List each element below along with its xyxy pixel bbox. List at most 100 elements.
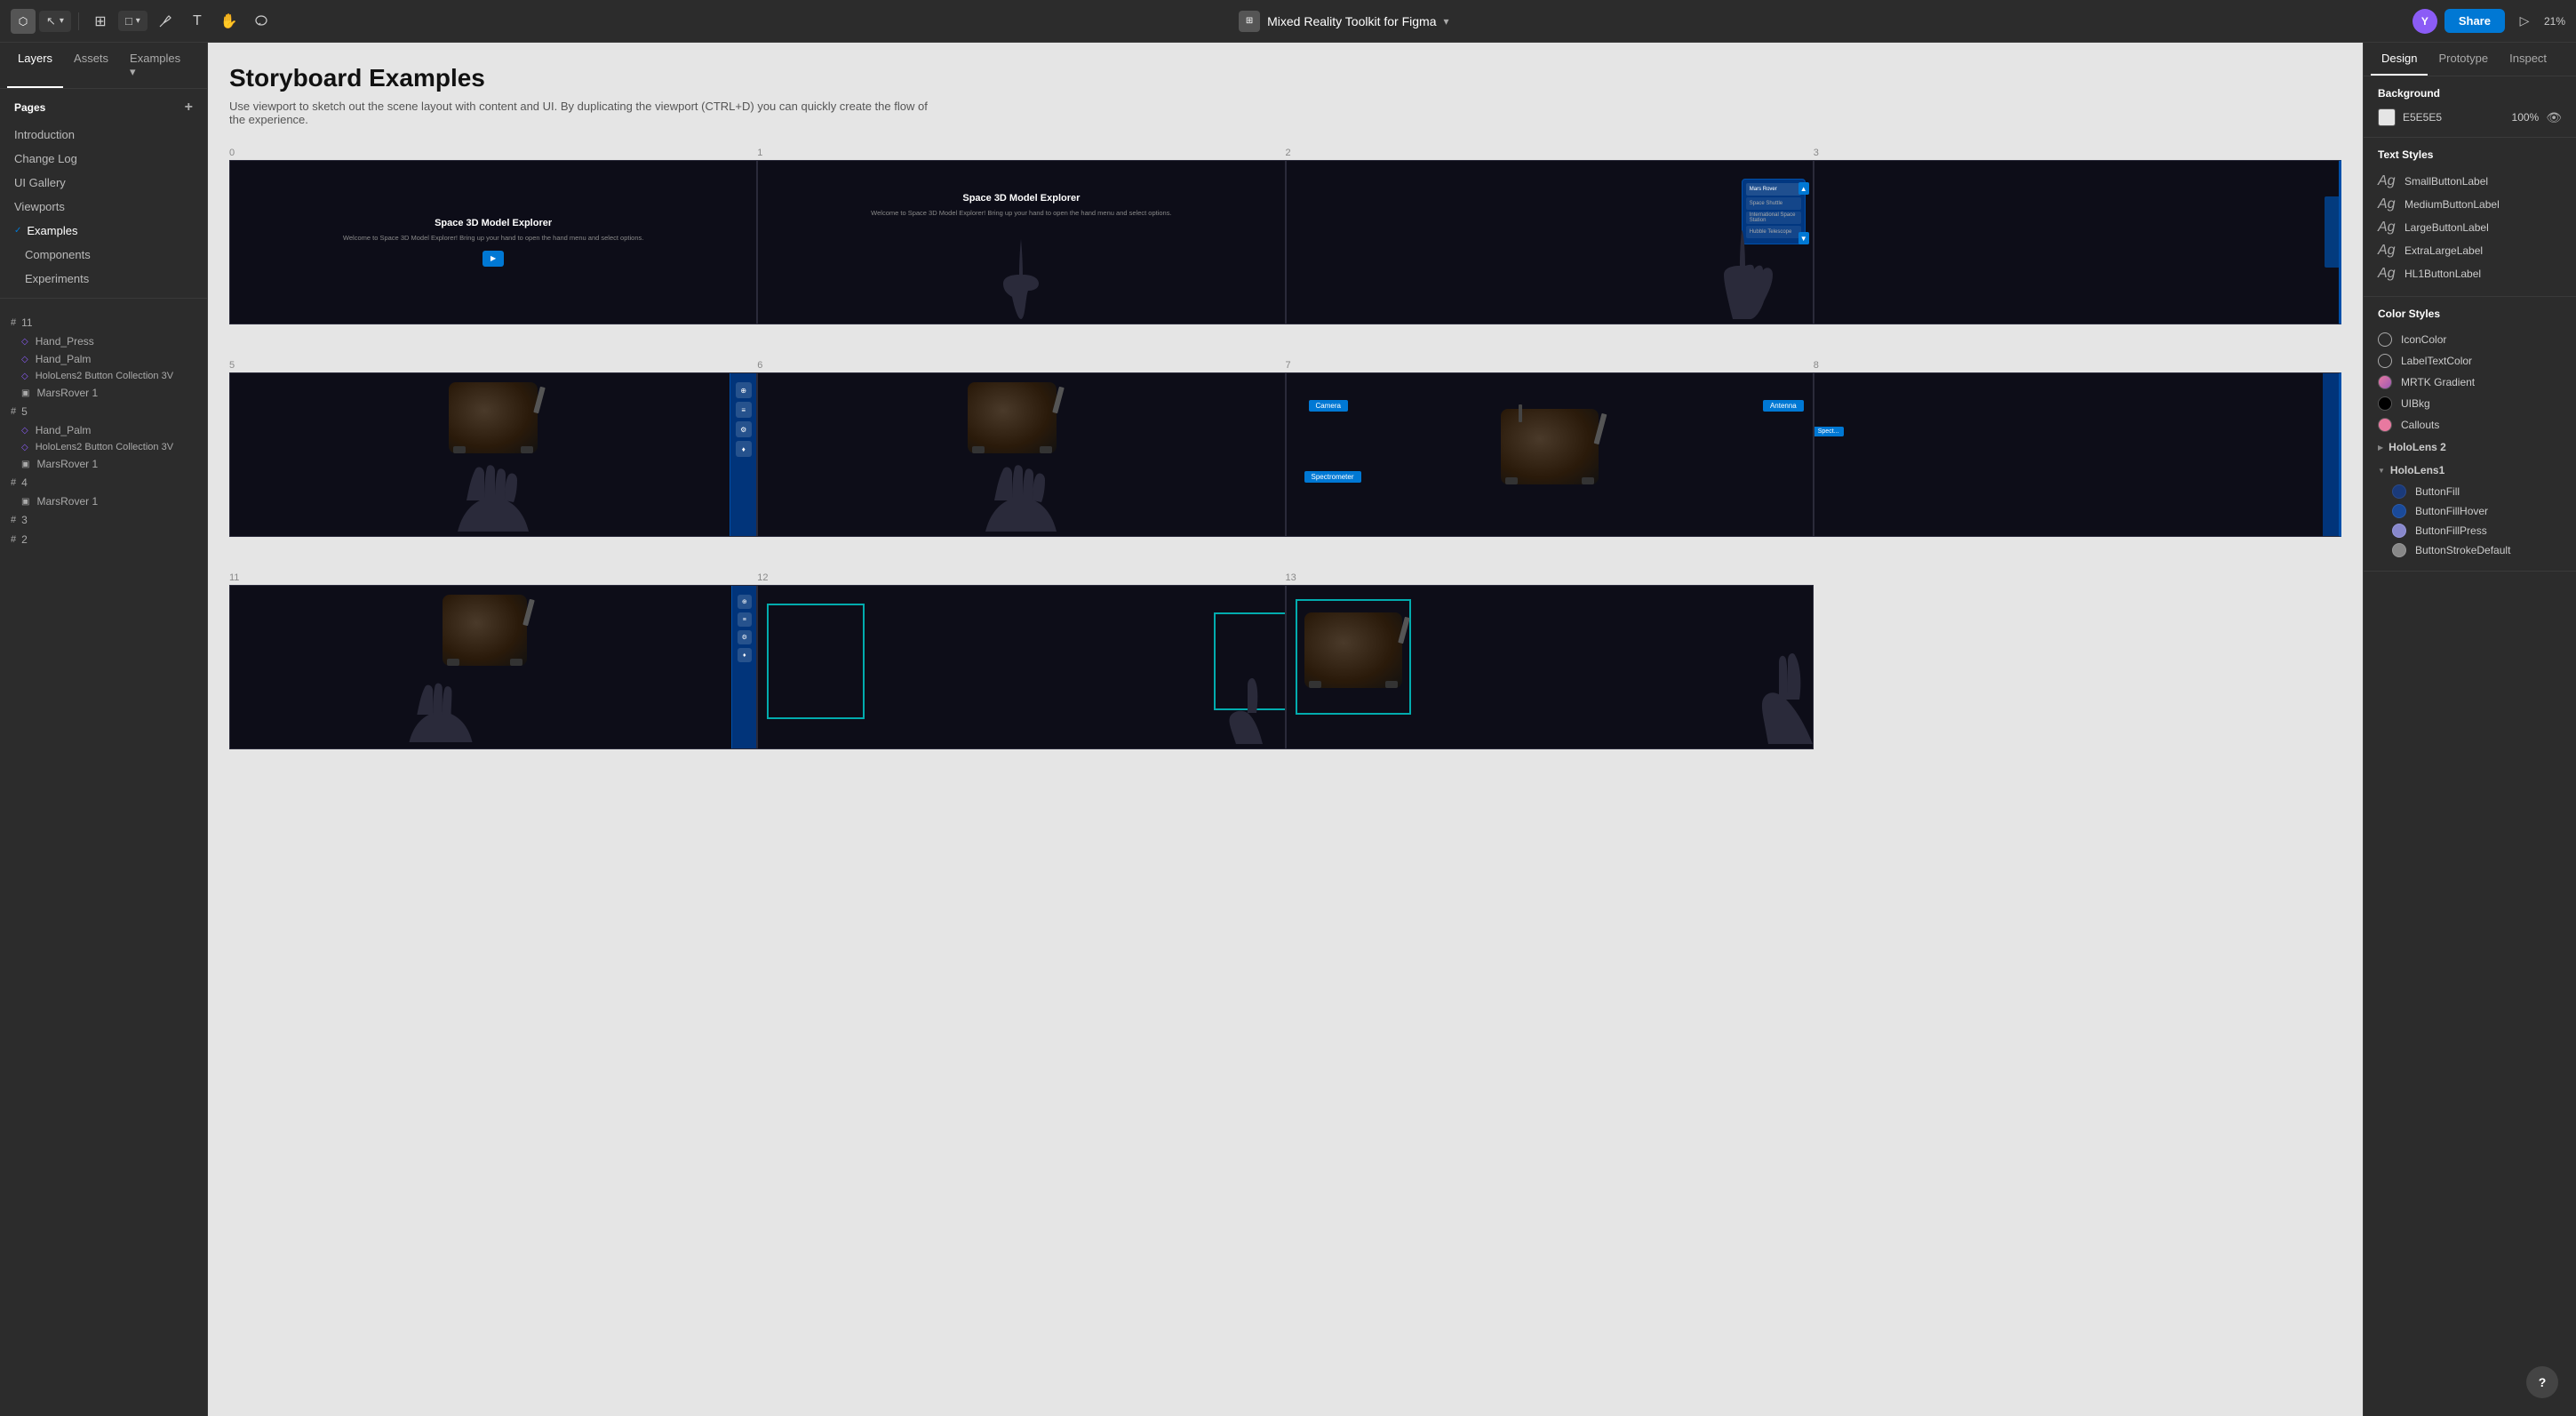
hand-palm-1-layer[interactable]: ◇ Hand_Palm xyxy=(0,350,207,368)
mrtk-gradient-dot xyxy=(2378,375,2392,389)
icon-color-dot xyxy=(2378,332,2392,347)
text-tool-btn[interactable]: T xyxy=(183,7,211,36)
hololens2-group[interactable]: ▶ HoloLens 2 xyxy=(2378,436,2562,459)
button-fill-label: ButtonFill xyxy=(2415,485,2460,498)
layer-group-11[interactable]: # 11 xyxy=(0,313,207,332)
experiments-page[interactable]: Experiments xyxy=(0,267,207,291)
callouts-dot xyxy=(2378,418,2392,432)
changelog-page[interactable]: Change Log xyxy=(0,147,207,171)
layer-group-2[interactable]: # 2 xyxy=(0,530,207,549)
examples-tab[interactable]: Examples ▾ xyxy=(119,43,200,88)
camera-tooltip: Camera xyxy=(1309,400,1348,412)
extra-large-label-style[interactable]: Ag ExtraLargeLabel xyxy=(2378,239,2562,262)
project-dropdown-arrow[interactable]: ▾ xyxy=(1444,15,1449,28)
icon-color-style[interactable]: IconColor xyxy=(2378,329,2562,350)
storyboard-frame-8: Spect... xyxy=(1814,372,2341,537)
project-title[interactable]: ⊞ Mixed Reality Toolkit for Figma ▾ xyxy=(1239,11,1448,32)
button-fill-press-style[interactable]: ButtonFillPress xyxy=(2378,521,2562,540)
examples-group[interactable]: ✓ Examples xyxy=(0,219,207,243)
label-text-color-label: LabelTextColor xyxy=(2401,355,2472,367)
zoom-level[interactable]: 21% xyxy=(2544,15,2565,28)
shape-tool-dropdown[interactable]: □▾ xyxy=(118,11,148,31)
color-styles-label: Color Styles xyxy=(2378,308,2562,320)
hololens2-arrow: ▶ xyxy=(2378,444,2383,452)
storyboard-frame-13 xyxy=(1286,585,1814,749)
frame-tool-btn[interactable]: ⊞ xyxy=(86,7,115,36)
hololens2-name: HoloLens 2 xyxy=(2389,441,2446,453)
background-row: E5E5E5 100% 👁 xyxy=(2378,108,2562,126)
text-style-name: ExtraLargeLabel xyxy=(2405,244,2483,257)
medium-button-label-style[interactable]: Ag MediumButtonLabel xyxy=(2378,193,2562,216)
hand-palm-2-layer[interactable]: ◇ Hand_Palm xyxy=(0,421,207,439)
pen-tool-btn[interactable] xyxy=(151,7,179,36)
marsrover-3-layer[interactable]: ▣ MarsRover 1 xyxy=(0,492,207,510)
mrtk-gradient-style[interactable]: MRTK Gradient xyxy=(2378,372,2562,393)
components-page[interactable]: Components xyxy=(0,243,207,267)
app-logo[interactable]: ⬡ xyxy=(11,9,36,34)
layer-group-4[interactable]: # 4 xyxy=(0,473,207,492)
toolbar-center: ⊞ Mixed Reality Toolkit for Figma ▾ xyxy=(283,11,2405,32)
button-stroke-default-style[interactable]: ButtonStrokeDefault xyxy=(2378,540,2562,560)
callouts-style[interactable]: Callouts xyxy=(2378,414,2562,436)
viewports-page[interactable]: Viewports xyxy=(0,195,207,219)
storyboard-frame-3 xyxy=(1814,160,2341,324)
comment-tool-btn[interactable] xyxy=(247,7,275,36)
play-button[interactable]: ▷ xyxy=(2512,9,2537,34)
inspect-tab[interactable]: Inspect xyxy=(2499,43,2557,76)
right-panel: Design Prototype Inspect Background E5E5… xyxy=(2363,43,2576,1416)
pages-add-button[interactable]: + xyxy=(185,100,193,116)
background-color-swatch[interactable] xyxy=(2378,108,2396,126)
mrtk-gradient-label: MRTK Gradient xyxy=(2401,376,2475,388)
share-button[interactable]: Share xyxy=(2444,9,2505,33)
button-fill-hover-dot xyxy=(2392,504,2406,518)
holoblc-2-layer[interactable]: ◇ HoloLens2 Button Collection 3V xyxy=(0,439,207,455)
visibility-toggle[interactable]: 👁 xyxy=(2546,110,2562,125)
text-ag-icon: Ag xyxy=(2378,196,2396,212)
button-fill-dot xyxy=(2392,484,2406,499)
spectrometer-tooltip: Spectrometer xyxy=(1304,471,1361,483)
component-icon: ◇ xyxy=(21,426,28,436)
hand-press-layer[interactable]: ◇ Hand_Press xyxy=(0,332,207,350)
callouts-label: Callouts xyxy=(2401,419,2439,431)
marsrover-2-layer[interactable]: ▣ MarsRover 1 xyxy=(0,455,207,473)
help-button[interactable]: ? xyxy=(2526,1366,2558,1398)
storyboard-frame-7: Camera Antenna Spectrometer xyxy=(1286,372,1814,537)
hand-tool-btn[interactable]: ✋ xyxy=(215,7,243,36)
button-fill-hover-style[interactable]: ButtonFillHover xyxy=(2378,501,2562,521)
holoblc-1-layer[interactable]: ◇ HoloLens2 Button Collection 3V xyxy=(0,368,207,384)
component-icon: ◇ xyxy=(21,355,28,364)
toolbar: ⬡ ↖▾ ⊞ □▾ T ✋ ⊞ Mixed Reality Toolkit fo… xyxy=(0,0,2576,43)
background-section: Background E5E5E5 100% 👁 xyxy=(2364,76,2576,138)
ui-gallery-page[interactable]: UI Gallery xyxy=(0,171,207,195)
project-name: Mixed Reality Toolkit for Figma xyxy=(1267,14,1436,28)
label-text-color-style[interactable]: LabelTextColor xyxy=(2378,350,2562,372)
storyboard-frame-11: ⊕ ≡ ⚙ ♦ xyxy=(229,585,757,749)
button-fill-style[interactable]: ButtonFill xyxy=(2378,482,2562,501)
hash-icon-11: # xyxy=(11,317,16,328)
hololens1-name: HoloLens1 xyxy=(2390,464,2444,476)
storyboard-frame-6 xyxy=(757,372,1285,537)
prototype-tab[interactable]: Prototype xyxy=(2428,43,2499,76)
canvas-area[interactable]: Storyboard Examples Use viewport to sket… xyxy=(208,43,2363,1416)
uibkg-style[interactable]: UIBkg xyxy=(2378,393,2562,414)
small-button-label-style[interactable]: Ag SmallButtonLabel xyxy=(2378,170,2562,193)
design-tab[interactable]: Design xyxy=(2371,43,2428,76)
move-tool-dropdown[interactable]: ↖▾ xyxy=(39,11,71,32)
text-style-name: HL1ButtonLabel xyxy=(2405,268,2481,280)
button-fill-hover-label: ButtonFillHover xyxy=(2415,505,2488,517)
layers-tab[interactable]: Layers xyxy=(7,43,63,88)
frame-num-2: 2 xyxy=(1286,148,1814,160)
assets-tab[interactable]: Assets xyxy=(63,43,119,88)
layer-group-3[interactable]: # 3 xyxy=(0,510,207,530)
text-style-name: MediumButtonLabel xyxy=(2405,198,2500,211)
hl1-button-label-style[interactable]: Ag HL1ButtonLabel xyxy=(2378,262,2562,285)
frame-num-3: 3 xyxy=(1814,148,2341,160)
uibkg-dot xyxy=(2378,396,2392,411)
uibkg-label: UIBkg xyxy=(2401,397,2430,410)
large-button-label-style[interactable]: Ag LargeButtonLabel xyxy=(2378,216,2562,239)
user-avatar[interactable]: Y xyxy=(2413,9,2437,34)
introduction-page[interactable]: Introduction xyxy=(0,123,207,147)
hololens1-group[interactable]: ▼ HoloLens1 xyxy=(2378,459,2562,482)
marsrover-1-layer[interactable]: ▣ MarsRover 1 xyxy=(0,384,207,402)
layer-group-5[interactable]: # 5 xyxy=(0,402,207,421)
